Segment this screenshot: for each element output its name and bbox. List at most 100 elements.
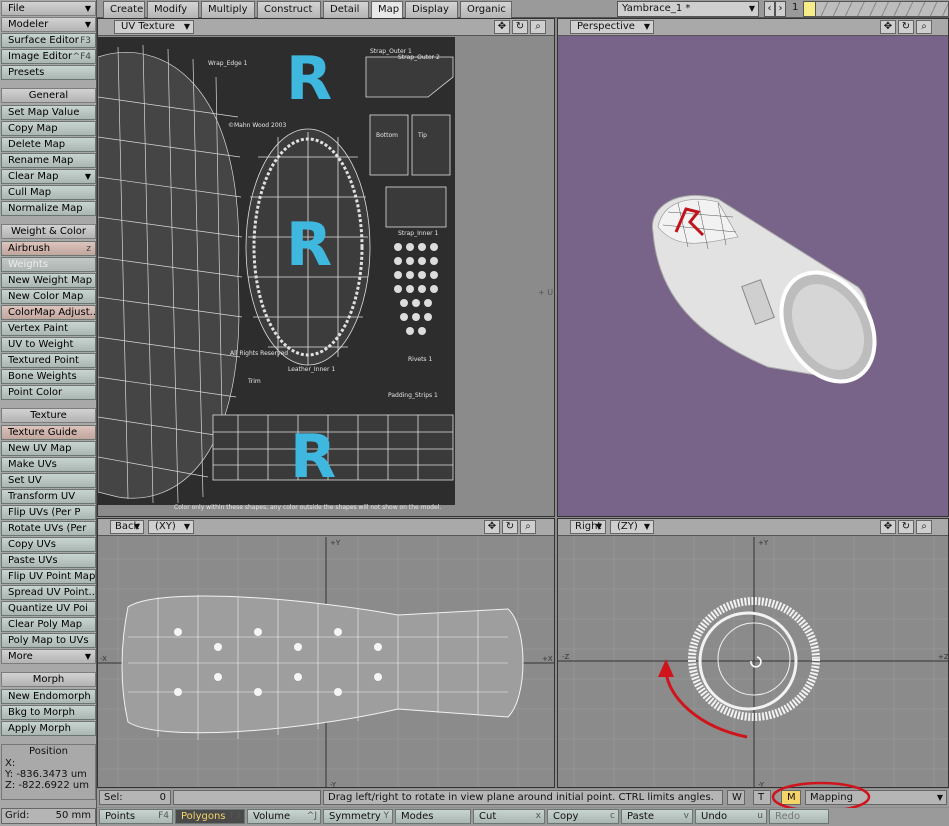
- point-color-button[interactable]: Point Color: [1, 385, 96, 400]
- rotate-uvs-per-button[interactable]: Rotate UVs (Per: [1, 521, 96, 536]
- new-weight-map-button[interactable]: New Weight Map: [1, 273, 96, 288]
- next-layer-button[interactable]: ›: [775, 1, 786, 17]
- right-viewport[interactable]: Right (ZY) ✥ ↻ ⌕ +Y -Y +Z -Z: [557, 518, 949, 788]
- poly-map-to-uvs-button[interactable]: Poly Map to UVs: [1, 633, 96, 648]
- w-button[interactable]: W: [727, 790, 745, 805]
- texture-header: Texture: [1, 408, 96, 423]
- modeler-menu[interactable]: Modeler: [1, 17, 96, 32]
- modes-button[interactable]: Modes: [395, 809, 471, 824]
- new-endomorph-button[interactable]: New Endomorph: [1, 689, 96, 704]
- tab-modify[interactable]: Modify: [147, 1, 199, 18]
- tab-construct[interactable]: Construct: [257, 1, 321, 18]
- uv-viewport[interactable]: UV Texture ✥ ↻ ⌕: [97, 18, 555, 517]
- file-menu[interactable]: File: [1, 1, 96, 16]
- zoom-icon[interactable]: ⌕: [520, 520, 536, 534]
- zoom-icon[interactable]: ⌕: [530, 20, 546, 34]
- rename-map-button[interactable]: Rename Map: [1, 153, 96, 168]
- bone-weights-button[interactable]: Bone Weights: [1, 369, 96, 384]
- clear-poly-map-button[interactable]: Clear Poly Map: [1, 617, 96, 632]
- active-layer[interactable]: [804, 2, 816, 16]
- sel-value: 0: [159, 792, 166, 803]
- texture-guide-button[interactable]: Texture Guide: [1, 425, 96, 440]
- back-axes-selector[interactable]: (XY): [148, 520, 194, 534]
- transform-uv-button[interactable]: Transform UV: [1, 489, 96, 504]
- tab-organic[interactable]: Organic: [460, 1, 512, 18]
- copy-button[interactable]: Copy c: [547, 809, 619, 824]
- copy-uvs-button[interactable]: Copy UVs: [1, 537, 96, 552]
- copy-map-button[interactable]: Copy Map: [1, 121, 96, 136]
- zoom-icon[interactable]: ⌕: [916, 20, 932, 34]
- surface-editor-button[interactable]: Surface Editor F3: [1, 33, 96, 48]
- flip-uv-point-map-button[interactable]: Flip UV Point Map: [1, 569, 96, 584]
- prev-layer-button[interactable]: ‹: [764, 1, 775, 17]
- undo-button[interactable]: Undo u: [695, 809, 767, 824]
- volume-button[interactable]: Volume ^J: [247, 809, 321, 824]
- set-uv-button[interactable]: Set UV: [1, 473, 96, 488]
- symmetry-button[interactable]: Symmetry Y: [323, 809, 393, 824]
- uv-view-selector[interactable]: UV Texture: [114, 20, 194, 34]
- tab-detail[interactable]: Detail: [323, 1, 369, 18]
- make-uvs-button[interactable]: Make UVs: [1, 457, 96, 472]
- back-viewport[interactable]: Back (XY) ✥ ↻ ⌕ +Y -Y +X -X: [97, 518, 555, 788]
- new-color-map-button[interactable]: New Color Map: [1, 289, 96, 304]
- rotate-view-icon[interactable]: ↻: [502, 520, 518, 534]
- tab-map[interactable]: Map: [371, 1, 403, 18]
- right-view-selector[interactable]: Right: [570, 520, 606, 534]
- rotate-cursor-icon: [750, 656, 762, 668]
- bottom-toolbar: Points F4 Polygons F3 Volume ^J Symmetry Y Modes…: [97, 808, 949, 826]
- back-view-selector[interactable]: Back: [110, 520, 144, 534]
- rotate-view-icon[interactable]: ↻: [898, 520, 914, 534]
- paste-button[interactable]: Paste v: [621, 809, 693, 824]
- tab-create[interactable]: Create: [103, 1, 145, 18]
- weights-button[interactable]: Weights: [1, 257, 96, 272]
- normalize-map-button[interactable]: Normalize Map: [1, 201, 96, 216]
- axis-label-right: +Z: [938, 653, 949, 661]
- bkg-to-morph-button[interactable]: Bkg to Morph: [1, 705, 96, 720]
- right-axes-selector[interactable]: (ZY): [610, 520, 654, 534]
- move-view-icon[interactable]: ✥: [880, 520, 896, 534]
- sel-label: Sel:: [104, 792, 123, 803]
- general-header: General: [1, 88, 96, 103]
- new-uv-map-button[interactable]: New UV Map: [1, 441, 96, 456]
- more-menu[interactable]: More: [1, 649, 96, 664]
- quantize-uv-poi-button[interactable]: Quantize UV Poi: [1, 601, 96, 616]
- r-logo: R: [286, 44, 332, 114]
- points-button[interactable]: Points F4: [99, 809, 173, 824]
- zoom-icon[interactable]: ⌕: [916, 520, 932, 534]
- rotate-view-icon[interactable]: ↻: [512, 20, 528, 34]
- uv-label: Color only within these shapes; any colo…: [174, 504, 441, 511]
- tab-display[interactable]: Display: [405, 1, 458, 18]
- move-view-icon[interactable]: ✥: [484, 520, 500, 534]
- polygons-button[interactable]: Polygons F3: [175, 809, 245, 824]
- cull-map-button[interactable]: Cull Map: [1, 185, 96, 200]
- rotate-view-icon[interactable]: ↻: [898, 20, 914, 34]
- vambrace-model: [651, 194, 877, 384]
- axis-label-left: -X: [100, 655, 107, 663]
- redo-button[interactable]: Redo: [769, 809, 829, 824]
- delete-map-button[interactable]: Delete Map: [1, 137, 96, 152]
- perspective-viewport[interactable]: Perspective ✥ ↻ ⌕: [557, 18, 949, 517]
- t-button[interactable]: T: [753, 790, 771, 805]
- spread-uv-point-button[interactable]: Spread UV Point...: [1, 585, 96, 600]
- cut-button[interactable]: Cut x: [473, 809, 545, 824]
- textured-point-button[interactable]: Textured Point: [1, 353, 96, 368]
- move-view-icon[interactable]: ✥: [494, 20, 510, 34]
- paste-uvs-button[interactable]: Paste UVs: [1, 553, 96, 568]
- colormap-adjust-button[interactable]: ColorMap Adjust...: [1, 305, 96, 320]
- apply-morph-button[interactable]: Apply Morph: [1, 721, 96, 736]
- axis-label-bottom: -Y: [758, 781, 765, 788]
- presets-button[interactable]: Presets: [1, 65, 96, 80]
- flip-uvs-per-p-button[interactable]: Flip UVs (Per P: [1, 505, 96, 520]
- image-editor-button[interactable]: Image Editor ^F4: [1, 49, 96, 64]
- vertex-paint-button[interactable]: Vertex Paint: [1, 321, 96, 336]
- set-map-value-button[interactable]: Set Map Value: [1, 105, 96, 120]
- airbrush-button[interactable]: Airbrush z: [1, 241, 96, 256]
- clear-map-button[interactable]: Clear Map: [1, 169, 96, 184]
- uv-to-weight-button[interactable]: UV to Weight: [1, 337, 96, 352]
- layer-bank[interactable]: [803, 1, 949, 17]
- tab-multiply[interactable]: Multiply: [201, 1, 255, 18]
- move-view-icon[interactable]: ✥: [880, 20, 896, 34]
- shortcut-key: F3: [80, 36, 91, 46]
- object-selector[interactable]: Yambrace_1 * ▼: [617, 1, 759, 17]
- perspective-view-selector[interactable]: Perspective: [570, 20, 654, 34]
